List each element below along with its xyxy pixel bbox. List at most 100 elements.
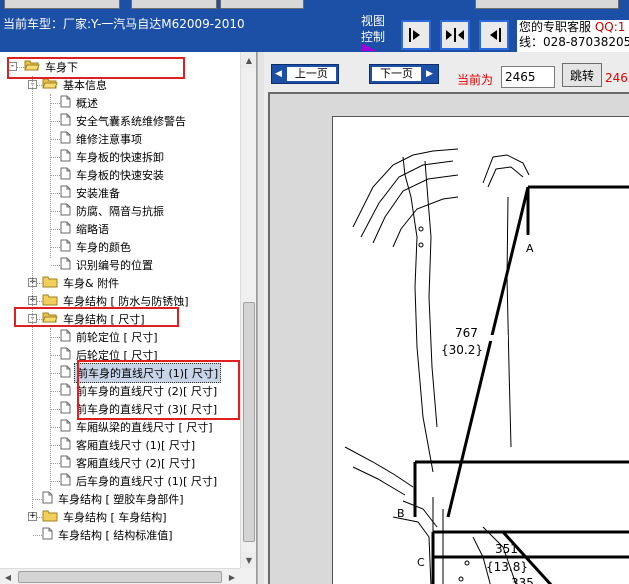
folder-open-icon	[42, 77, 58, 93]
scroll-right-icon[interactable]: ▶	[224, 569, 240, 584]
highlight-box-front-body	[77, 360, 240, 420]
support-text: 您的专职客服	[519, 20, 592, 34]
support-info: 您的专职客服 QQ:1 线：028-87038205	[517, 20, 629, 52]
tree-node[interactable]: 车身结构 [ 结构标准值]	[42, 526, 175, 544]
tree-node[interactable]: 概述	[60, 94, 100, 112]
page-nav-bar: ◀ 上一页 下一页 ▶ 当前为 跳转 2465	[264, 52, 629, 92]
tree-connector	[51, 481, 60, 482]
top-tab-4[interactable]	[475, 0, 619, 9]
tree-connector	[33, 499, 42, 500]
document-icon	[60, 437, 71, 453]
document-icon	[60, 185, 71, 201]
scroll-down-icon[interactable]: ▼	[241, 552, 256, 568]
tree-node-label: 车身的颜色	[76, 241, 131, 254]
tree-connector	[33, 535, 42, 536]
document-icon	[60, 239, 71, 255]
body-dimension-diagram: A B C 767 {30.2} 351 {13.8} 335	[344, 148, 629, 584]
tree-connector	[51, 157, 60, 158]
tree-node-label: 车身结构 [ 车身结构]	[63, 511, 167, 524]
tree-node[interactable]: 缩略语	[60, 220, 111, 238]
page-number-input[interactable]	[501, 66, 555, 88]
splitter[interactable]	[257, 52, 264, 584]
tree-node-label: 识别编号的位置	[76, 259, 153, 272]
document-icon	[60, 95, 71, 111]
scroll-up-icon[interactable]: ▲	[241, 52, 256, 68]
tree-guide-line	[32, 76, 33, 508]
split-view-icon	[446, 28, 464, 42]
expand-icon[interactable]: +	[28, 512, 37, 521]
tree-node[interactable]: 客厢直线尺寸 (2)[ 尺寸]	[60, 454, 197, 472]
tree-node[interactable]: 识别编号的位置	[60, 256, 155, 274]
tree-node[interactable]: 车身板的快速安装	[60, 166, 166, 184]
horizontal-scrollbar[interactable]: ◀ ▶	[0, 568, 240, 584]
document-icon	[60, 365, 71, 381]
tree-node-label: 缩略语	[76, 223, 109, 236]
document-icon	[60, 203, 71, 219]
vertical-scrollbar[interactable]: ▲ ▼	[240, 52, 256, 568]
top-tab-3[interactable]	[220, 0, 304, 9]
tree-node[interactable]: 客厢直线尺寸 (1)[ 尺寸]	[60, 436, 197, 454]
tree-connector	[51, 463, 60, 464]
view-split-button[interactable]	[440, 20, 470, 50]
view-left-panel-button[interactable]	[401, 20, 431, 50]
current-page-label: 当前为	[457, 73, 494, 87]
document-icon	[60, 347, 71, 363]
flag-icon	[361, 43, 377, 51]
tree-connector	[51, 211, 60, 212]
document-icon	[60, 257, 71, 273]
next-page-button[interactable]: 下一页 ▶	[369, 64, 439, 84]
support-phone: 线：028-87038205	[519, 35, 629, 49]
tree-node[interactable]: 车身结构 [ 塑胶车身部件]	[42, 490, 186, 508]
document-icon	[60, 401, 71, 417]
tree-node[interactable]: 车身结构 [ 车身结构]	[42, 508, 169, 526]
tree-connector	[51, 247, 60, 248]
tree-connector	[51, 175, 60, 176]
panel-right-icon	[490, 28, 501, 42]
tree-connector	[51, 355, 60, 356]
document-icon	[60, 221, 71, 237]
document-viewport[interactable]: A B C 767 {30.2} 351 {13.8} 335	[268, 92, 629, 584]
tree-connector	[51, 427, 60, 428]
document-icon	[60, 455, 71, 471]
tree-node[interactable]: 车身板的快速拆卸	[60, 148, 166, 166]
tree-node[interactable]: 后车身的直线尺寸 (1)[ 尺寸]	[60, 472, 219, 490]
tree-node[interactable]: 车身的颜色	[60, 238, 133, 256]
document-icon	[60, 383, 71, 399]
dim-767-label: 767	[455, 326, 478, 340]
support-qq[interactable]: QQ:1	[595, 20, 626, 34]
view-right-panel-button[interactable]	[479, 20, 509, 50]
tree-guide-line	[50, 94, 51, 258]
top-tab-1[interactable]	[4, 0, 120, 9]
tree-node[interactable]: 安全气囊系统维修警告	[60, 112, 188, 130]
document-icon	[42, 527, 53, 543]
tree-node-label: 客厢直线尺寸 (2)[ 尺寸]	[76, 457, 196, 470]
next-page-label: 下一页	[372, 67, 421, 81]
tree-node-label: 后车身的直线尺寸 (1)[ 尺寸]	[76, 475, 218, 488]
document-icon	[60, 329, 71, 345]
car-model-label: 当前车型：厂家:Y-一汽马自达M62009-2010	[3, 17, 245, 31]
tree-node[interactable]: 安装准备	[60, 184, 122, 202]
prev-page-button[interactable]: ◀ 上一页	[271, 64, 339, 84]
tree-connector	[51, 139, 60, 140]
tree-node[interactable]: 前轮定位 [ 尺寸]	[60, 328, 160, 346]
tree-node[interactable]: 防腐、隔音与抗振	[60, 202, 166, 220]
tree-node[interactable]: 维修注意事项	[60, 130, 144, 148]
tree-connector	[51, 121, 60, 122]
view-control-label: 视图控制	[361, 14, 386, 44]
scroll-corner	[240, 568, 256, 584]
tree-node[interactable]: 车身& 附件	[42, 274, 121, 292]
vertical-scroll-thumb[interactable]	[243, 302, 255, 542]
dim-335-label: 335	[511, 576, 534, 584]
tree-node-label: 前轮定位 [ 尺寸]	[76, 331, 158, 344]
folder-icon	[42, 275, 58, 291]
dim-30-2-label: {30.2}	[441, 343, 483, 357]
tree-node-label: 安装准备	[76, 187, 120, 200]
top-tab-2[interactable]	[131, 0, 217, 9]
jump-button[interactable]: 跳转	[562, 63, 602, 87]
scroll-left-icon[interactable]: ◀	[0, 569, 16, 584]
tree-pane: 车身下 - 基本信息 - 概述 安全气囊系统维修警告 维修注意事项 车身板的快速拆卸 车身板的快…	[0, 52, 257, 584]
horizontal-scroll-thumb[interactable]	[18, 571, 222, 583]
tree-connector	[51, 265, 60, 266]
tree-connector	[51, 445, 60, 446]
tree-node[interactable]: 车厢纵梁的直线尺寸 [ 尺寸]	[60, 418, 215, 436]
